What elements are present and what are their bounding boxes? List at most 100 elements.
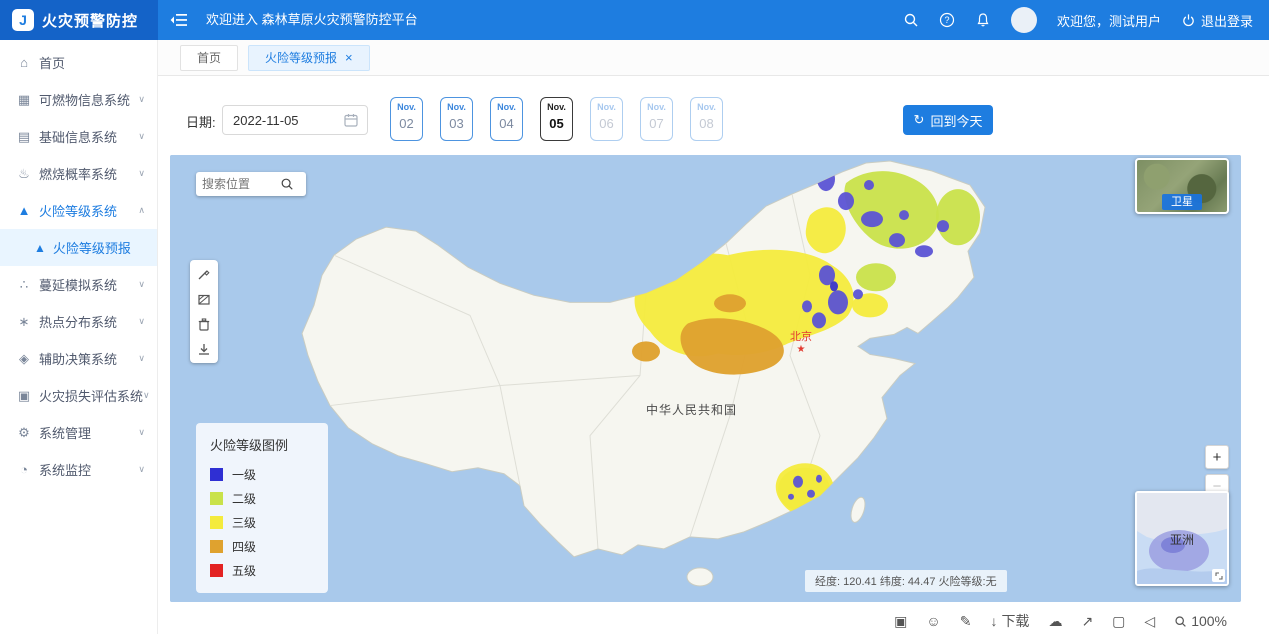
sidebar-item-spread-simulation[interactable]: ∴ 蔓延模拟系统 ∨ (0, 266, 157, 303)
sidebar-item-hotspot-distribution[interactable]: ∗ 热点分布系统 ∨ (0, 303, 157, 340)
legend-title: 火险等级图例 (210, 435, 314, 454)
day-month: Nov. (541, 102, 572, 112)
measure-area-icon[interactable] (194, 290, 214, 308)
day-number: 05 (541, 116, 572, 131)
day-button-nov02[interactable]: Nov. 02 (390, 97, 423, 141)
speaker-icon[interactable]: ◁ (1144, 613, 1155, 630)
map-canvas[interactable] (170, 155, 1241, 602)
search-icon[interactable] (903, 12, 919, 28)
sidebar-item-home[interactable]: ⌂ 首页 (0, 44, 157, 81)
page-zoom-control[interactable]: 100% (1174, 613, 1227, 629)
overview-minimap[interactable]: 亚洲 (1135, 491, 1229, 586)
legend-item: 二级 (210, 490, 314, 507)
day-month: Nov. (591, 102, 622, 112)
clipboard-icon[interactable]: ▢ (1112, 613, 1125, 630)
back-to-today-label: 回到今天 (930, 111, 982, 130)
satellite-layer-switcher[interactable]: 卫星 (1135, 158, 1229, 214)
day-month: Nov. (691, 102, 722, 112)
legend-label: 一级 (232, 466, 256, 483)
day-button-nov07[interactable]: Nov. 07 (640, 97, 673, 141)
notification-bell-icon[interactable] (975, 12, 991, 28)
day-button-nov05-selected[interactable]: Nov. 05 (540, 97, 573, 141)
chevron-down-icon: ∨ (138, 94, 145, 105)
gallery-icon[interactable]: ▣ (894, 613, 907, 630)
capital-star-icon: ★ (782, 344, 820, 355)
sidebar-item-system-monitor[interactable]: ◔ 系统监控 ∨ (0, 451, 157, 488)
back-to-today-button[interactable]: ↻ 回到今天 (903, 105, 993, 135)
logo-icon: J (12, 9, 34, 31)
flame-icon: ♨ (16, 166, 32, 182)
day-number: 06 (591, 116, 622, 131)
cursor-coordinates-readout: 经度: 120.41 纬度: 44.47 火险等级:无 (805, 570, 1007, 592)
sidebar-item-loss-assessment[interactable]: ▣ 火灾损失评估系统 ∨ (0, 377, 157, 414)
page-zoom-level: 100% (1191, 613, 1227, 629)
trash-icon[interactable] (194, 315, 214, 333)
cloud-icon[interactable]: ☁ (1048, 613, 1062, 630)
download-button[interactable]: ↓ 下载 (990, 611, 1029, 631)
legend-label: 三级 (232, 514, 256, 531)
minimap-region-label: 亚洲 (1137, 531, 1227, 548)
chevron-down-icon: ∨ (138, 131, 145, 142)
welcome-text: 欢迎进入 森林草原火灾预警防控平台 (206, 0, 418, 40)
day-button-nov06[interactable]: Nov. 06 (590, 97, 623, 141)
fire-risk-legend: 火险等级图例 一级 二级 三级 四级 五级 (196, 423, 328, 593)
user-greeting: 欢迎您，测试用户 (1057, 11, 1161, 30)
hainan-island (687, 568, 713, 586)
sidebar-item-combustibles[interactable]: ▦ 可燃物信息系统 ∨ (0, 81, 157, 118)
top-header: J 火灾预警防控 欢迎进入 森林草原火灾预警防控平台 ? 欢迎您，测试用户 退出… (0, 0, 1269, 40)
download-icon: ↓ (990, 613, 997, 629)
day-number: 04 (491, 116, 522, 131)
feedback-icon[interactable]: ☺ (926, 613, 940, 629)
tab-label: 火险等级预报 (265, 49, 337, 66)
help-icon[interactable]: ? (939, 12, 955, 28)
monitor-icon: ◔ (16, 462, 32, 477)
day-button-nov04[interactable]: Nov. 04 (490, 97, 523, 141)
annotate-icon[interactable]: ✎ (960, 613, 972, 630)
legend-swatch-level4 (210, 540, 223, 553)
zoom-in-button[interactable]: + (1205, 445, 1229, 469)
sidebar-item-fire-risk-level[interactable]: ▲ 火险等级系统 ∧ (0, 192, 157, 229)
logout-label: 退出登录 (1201, 11, 1253, 30)
map-tool-palette (190, 260, 218, 363)
gear-icon: ⚙ (16, 425, 32, 441)
tab-home[interactable]: 首页 (180, 45, 238, 71)
close-icon[interactable]: × (345, 51, 353, 64)
date-quick-buttons: Nov. 02 Nov. 03 Nov. 04 Nov. 05 Nov. 06 … (390, 97, 723, 141)
day-month: Nov. (391, 102, 422, 112)
day-month: Nov. (641, 102, 672, 112)
logout-button[interactable]: 退出登录 (1181, 11, 1253, 30)
day-number: 08 (691, 116, 722, 131)
export-download-icon[interactable] (194, 340, 214, 358)
day-number: 07 (641, 116, 672, 131)
day-button-nov03[interactable]: Nov. 03 (440, 97, 473, 141)
grid-icon: ▦ (16, 92, 32, 108)
tab-fire-risk-forecast[interactable]: 火险等级预报 × (248, 45, 370, 71)
sidebar-item-label: 热点分布系统 (39, 312, 117, 331)
sidebar-collapse-icon[interactable] (170, 13, 188, 32)
share-icon[interactable]: ↗ (1081, 613, 1093, 630)
user-avatar[interactable] (1011, 7, 1037, 33)
legend-swatch-level3 (210, 516, 223, 529)
satellite-layer-label: 卫星 (1162, 194, 1202, 210)
minimap-expand-icon[interactable] (1212, 569, 1225, 582)
tab-bar: 首页 火险等级预报 × (158, 40, 1269, 76)
chevron-down-icon: ∨ (138, 464, 145, 475)
sidebar-item-decision-support[interactable]: ◈ 辅助决策系统 ∨ (0, 340, 157, 377)
sidebar-item-burn-probability[interactable]: ♨ 燃烧概率系统 ∨ (0, 155, 157, 192)
calendar-icon[interactable] (344, 113, 358, 132)
app-title: 火灾预警防控 (42, 10, 138, 31)
sidebar-item-label: 蔓延模拟系统 (39, 275, 117, 294)
sidebar-item-basic-info[interactable]: ▤ 基础信息系统 ∨ (0, 118, 157, 155)
legend-item: 一级 (210, 466, 314, 483)
sidebar-item-system-management[interactable]: ⚙ 系统管理 ∨ (0, 414, 157, 451)
map-search-input[interactable] (202, 177, 276, 191)
map-search-icon[interactable] (280, 177, 294, 191)
sidebar-subitem-fire-risk-forecast[interactable]: ▲ 火险等级预报 (0, 229, 157, 266)
day-month: Nov. (491, 102, 522, 112)
chevron-down-icon: ∨ (143, 390, 150, 401)
legend-swatch-level5 (210, 564, 223, 577)
fire-level-icon: ▲ (16, 203, 32, 218)
day-button-nov08[interactable]: Nov. 08 (690, 97, 723, 141)
day-number: 03 (441, 116, 472, 131)
measure-distance-icon[interactable] (194, 265, 214, 283)
